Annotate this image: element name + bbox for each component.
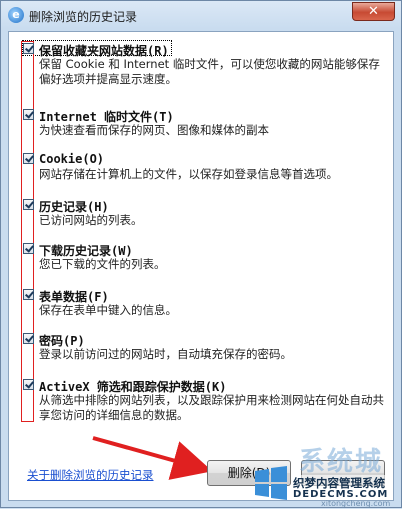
- delete-history-dialog: e 删除浏览的历史记录 ✕ 保留收藏夹网站数据(R) 保留 Cookie 和 I…: [0, 0, 402, 508]
- watermark-big-text: 系统城: [299, 447, 384, 477]
- watermark-line3: xitongcheng.com: [321, 499, 391, 508]
- site-watermark: 系统城 织梦内容管理系统 DEDECMS.COM xitongcheng.com: [251, 441, 401, 508]
- help-link[interactable]: 关于删除浏览的历史记录: [27, 467, 154, 483]
- windows-logo-icon: [255, 466, 287, 500]
- annotation-arrow: [92, 436, 213, 480]
